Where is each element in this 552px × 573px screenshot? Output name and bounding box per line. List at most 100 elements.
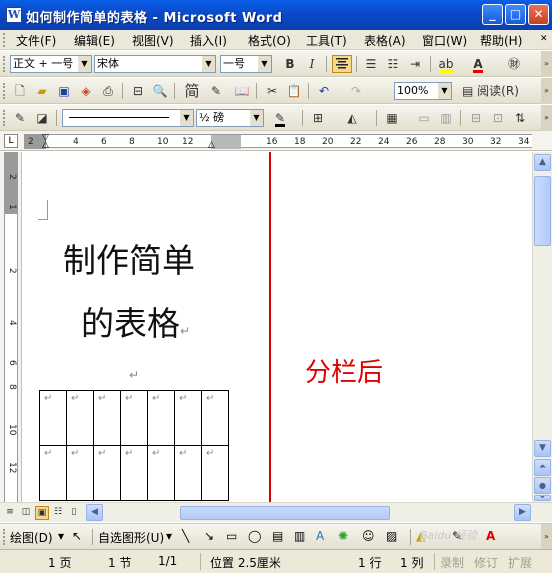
undo-button[interactable]: ↶ bbox=[314, 82, 334, 100]
drawing-font-color-button[interactable]: A bbox=[486, 529, 495, 543]
table-cell[interactable]: ↵ bbox=[201, 445, 229, 501]
normal-view-button[interactable]: ≡ bbox=[3, 506, 17, 520]
research-book-button[interactable]: 📖 bbox=[232, 82, 252, 100]
font-size-combo[interactable]: 一号 ▼ bbox=[220, 55, 272, 73]
vertical-ruler-strip[interactable]: 2 1 2 4 6 8 10 12 bbox=[4, 152, 18, 502]
print-preview-button[interactable]: ⊟ bbox=[128, 82, 148, 100]
right-indent-marker[interactable]: △ bbox=[208, 140, 215, 150]
close-document-icon[interactable]: ✕ bbox=[540, 34, 548, 44]
spelling-button[interactable]: 🔍 bbox=[150, 82, 170, 100]
menu-insert[interactable]: 插入(I) bbox=[190, 32, 227, 49]
tab-selector[interactable]: L bbox=[4, 134, 18, 148]
draw-menu-button[interactable]: 绘图(D) bbox=[10, 529, 53, 546]
status-extend[interactable]: 扩展 bbox=[508, 554, 532, 571]
open-button[interactable]: ▰ bbox=[32, 82, 52, 100]
toolbar-grip[interactable] bbox=[3, 83, 6, 99]
maximize-button[interactable]: □ bbox=[505, 4, 526, 25]
bold-button[interactable]: B bbox=[280, 55, 300, 73]
shading-color-button[interactable]: ◭ bbox=[342, 109, 362, 127]
style-combo[interactable]: 正文 + 一号 ▼ bbox=[10, 55, 92, 73]
select-browse-object-button[interactable]: ● bbox=[534, 477, 551, 494]
autoshapes-button[interactable]: 自选图形(U) bbox=[98, 529, 164, 546]
chevron-down-icon[interactable]: ▾ bbox=[58, 529, 64, 543]
table-cell[interactable]: ↵ bbox=[120, 390, 148, 446]
highlight-button[interactable]: ab bbox=[436, 55, 456, 73]
rectangle-tool-button[interactable]: ▭ bbox=[226, 529, 237, 543]
table-cell[interactable]: ↵ bbox=[201, 390, 229, 446]
word-app-icon[interactable]: W bbox=[6, 7, 22, 23]
print-button[interactable]: ⎙ bbox=[98, 82, 118, 100]
toolbar-options-icon[interactable]: » bbox=[541, 105, 552, 131]
table-cell[interactable]: ↵ bbox=[39, 390, 67, 446]
bullets-button[interactable]: ☷ bbox=[383, 55, 403, 73]
diagram-button[interactable]: ✺ bbox=[338, 529, 348, 543]
center-align-button[interactable] bbox=[332, 55, 352, 73]
table-cell[interactable]: ↵ bbox=[174, 390, 202, 446]
clipart-button[interactable]: ☺ bbox=[362, 529, 375, 543]
merge-cells-button[interactable]: ▭ bbox=[414, 109, 434, 127]
menu-window[interactable]: 窗口(W) bbox=[422, 32, 467, 49]
draw-table-button[interactable]: ✎ bbox=[10, 109, 30, 127]
word-table[interactable]: ↵ ↵ ↵ ↵ ↵ ↵ ↵ ↵ ↵ ↵ ↵ ↵ ↵ ↵ bbox=[39, 390, 229, 501]
ruler-strip[interactable]: 2 4 6 8 10 12 16 18 20 22 24 26 28 30 32… bbox=[24, 133, 532, 150]
previous-page-button[interactable]: ⏶ bbox=[534, 459, 551, 476]
permission-button[interactable]: ◈ bbox=[76, 82, 96, 100]
toolbar-grip[interactable] bbox=[3, 110, 6, 126]
left-indent-marker[interactable]: △ bbox=[42, 140, 49, 150]
status-track-changes[interactable]: 修订 bbox=[474, 554, 498, 571]
horizontal-scrollbar[interactable]: ≡ ◫ ▣ ☷ ▯ ◀ ▶ bbox=[0, 502, 552, 522]
distribute-columns-button[interactable]: ⊡ bbox=[488, 109, 508, 127]
research-button[interactable]: ✎ bbox=[206, 82, 226, 100]
sort-button[interactable]: ⇅ bbox=[510, 109, 530, 127]
insert-table-button[interactable]: ▦ bbox=[382, 109, 402, 127]
vertical-scrollbar[interactable]: ▲ ▼ ⏶ ● ⏷ bbox=[532, 152, 552, 502]
toolbar-grip[interactable] bbox=[3, 529, 6, 545]
menu-help[interactable]: 帮助(H) bbox=[480, 32, 522, 49]
next-page-button[interactable]: ⏷ bbox=[534, 495, 551, 501]
redo-button[interactable]: ↷ bbox=[346, 82, 366, 100]
wordart-button[interactable]: A bbox=[316, 529, 324, 543]
menu-edit[interactable]: 编辑(E) bbox=[74, 32, 115, 49]
scroll-right-button[interactable]: ▶ bbox=[514, 504, 531, 521]
simplified-chinese-button[interactable]: 简 bbox=[180, 82, 204, 100]
menu-tools[interactable]: 工具(T) bbox=[306, 32, 347, 49]
menu-file[interactable]: 文件(F) bbox=[16, 32, 56, 49]
document-page[interactable]: 制作简单 的表格↵ ↵ ↵ ↵ ↵ ↵ ↵ ↵ ↵ ↵ ↵ ↵ ↵ ↵ ↵ ↵ … bbox=[23, 152, 532, 502]
scroll-up-button[interactable]: ▲ bbox=[534, 154, 551, 171]
chevron-down-icon[interactable]: ▾ bbox=[166, 529, 172, 543]
zoom-combo[interactable]: 100% ▼ bbox=[394, 82, 452, 100]
paste-button[interactable]: 📋 bbox=[284, 82, 304, 100]
toolbar-grip[interactable] bbox=[3, 56, 6, 72]
table-cell[interactable]: ↵ bbox=[93, 390, 121, 446]
distribute-rows-button[interactable]: ⊟ bbox=[466, 109, 486, 127]
print-layout-button[interactable]: ▣ bbox=[35, 506, 49, 520]
split-cells-button[interactable]: ▥ bbox=[436, 109, 456, 127]
italic-button[interactable]: I bbox=[302, 55, 322, 73]
horizontal-scroll-thumb[interactable] bbox=[180, 506, 390, 520]
toolbar-options-icon[interactable]: » bbox=[541, 524, 552, 550]
scroll-left-button[interactable]: ◀ bbox=[86, 504, 103, 521]
insert-picture-button[interactable]: ▨ bbox=[386, 529, 397, 543]
new-button[interactable]: 🗋 bbox=[10, 82, 30, 100]
borders-button[interactable]: ⊞ bbox=[308, 109, 328, 127]
table-cell[interactable]: ↵ bbox=[93, 445, 121, 501]
vertical-scroll-thumb[interactable] bbox=[534, 176, 551, 246]
line-weight-combo[interactable]: ½ 磅 ▼ bbox=[196, 109, 264, 127]
status-record[interactable]: 录制 bbox=[440, 554, 464, 571]
textbox-tool-button[interactable]: ▤ bbox=[272, 529, 283, 543]
table-cell[interactable]: ↵ bbox=[66, 445, 94, 501]
menu-format[interactable]: 格式(O) bbox=[248, 32, 291, 49]
arrow-tool-button[interactable]: ↘ bbox=[204, 529, 214, 543]
table-cell[interactable]: ↵ bbox=[120, 445, 148, 501]
toolbar-options-icon[interactable]: » bbox=[541, 78, 552, 104]
phonetic-guide-button[interactable]: ㊖ bbox=[504, 55, 524, 73]
reading-layout-button[interactable]: ▯ bbox=[67, 506, 81, 520]
numbering-button[interactable]: ☰ bbox=[361, 55, 381, 73]
menu-view[interactable]: 视图(V) bbox=[132, 32, 174, 49]
minimize-button[interactable]: _ bbox=[482, 4, 503, 25]
border-color-button[interactable]: ✎ bbox=[270, 109, 290, 127]
cut-button[interactable]: ✂ bbox=[262, 82, 282, 100]
close-button[interactable]: ✕ bbox=[528, 4, 549, 25]
save-button[interactable]: ▣ bbox=[54, 82, 74, 100]
table-cell[interactable]: ↵ bbox=[174, 445, 202, 501]
